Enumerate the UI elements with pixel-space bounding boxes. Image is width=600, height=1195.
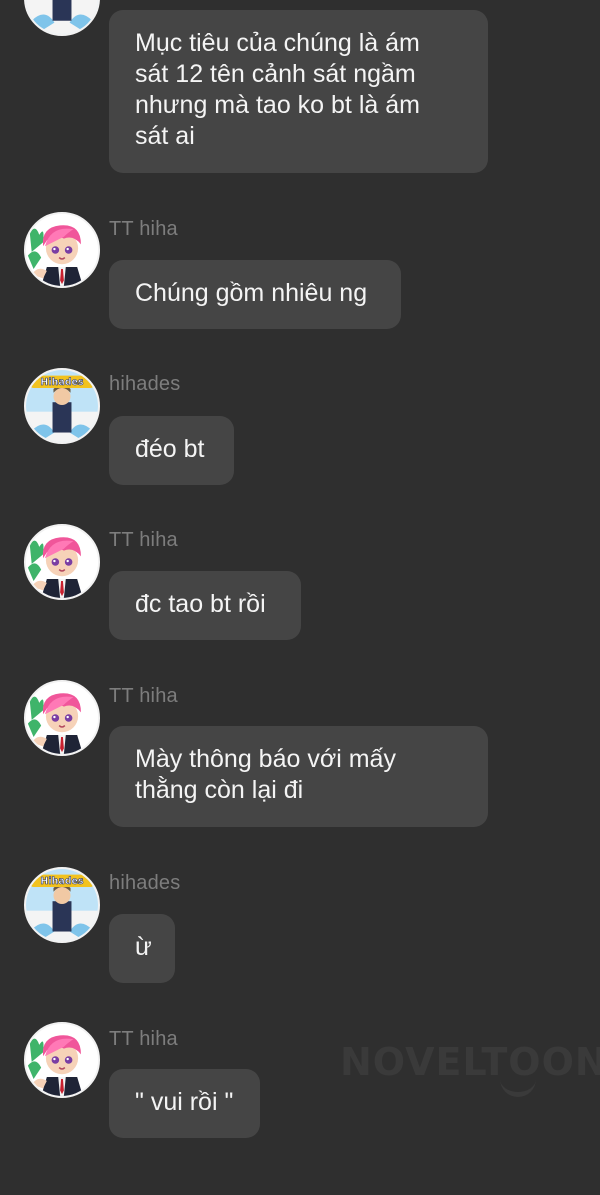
avatar-label: Hihades [40, 377, 84, 388]
sender-name: hihades [109, 373, 181, 395]
tt-hiha-avatar[interactable] [24, 212, 100, 288]
tt-hiha-avatar[interactable] [24, 680, 100, 756]
message-bubble[interactable]: Mục tiêu của chúng là ám sát 12 tên cảnh… [109, 10, 488, 173]
message-bubble[interactable]: Mày thông báo với mấy thằng còn lại đi [109, 726, 488, 827]
hihades-avatar[interactable]: Hihades [24, 368, 100, 444]
tt-hiha-avatar[interactable] [24, 524, 100, 600]
sender-name: hihades [109, 872, 181, 894]
message-bubble[interactable]: Chúng gồm nhiêu ng [109, 260, 401, 329]
sender-name: TT hiha [109, 529, 178, 551]
chat-thread: Mục tiêu của chúng là ám sát 12 tên cảnh… [0, 0, 600, 1195]
sender-name: TT hiha [109, 218, 178, 240]
tt-hiha-avatar[interactable] [24, 1022, 100, 1098]
message-bubble[interactable]: ừ [109, 914, 175, 983]
message-bubble[interactable]: đéo bt [109, 416, 234, 485]
message-bubble[interactable]: " vui rồi " [109, 1069, 260, 1138]
watermark: NOVELTOON [340, 1040, 600, 1084]
avatar-label: Hihades [40, 876, 84, 887]
sender-name: TT hiha [109, 1028, 178, 1050]
message-bubble[interactable]: đc tao bt rồi [109, 571, 301, 640]
sender-name: TT hiha [109, 685, 178, 707]
hihades-avatar[interactable] [24, 0, 100, 36]
hihades-avatar[interactable]: Hihades [24, 867, 100, 943]
